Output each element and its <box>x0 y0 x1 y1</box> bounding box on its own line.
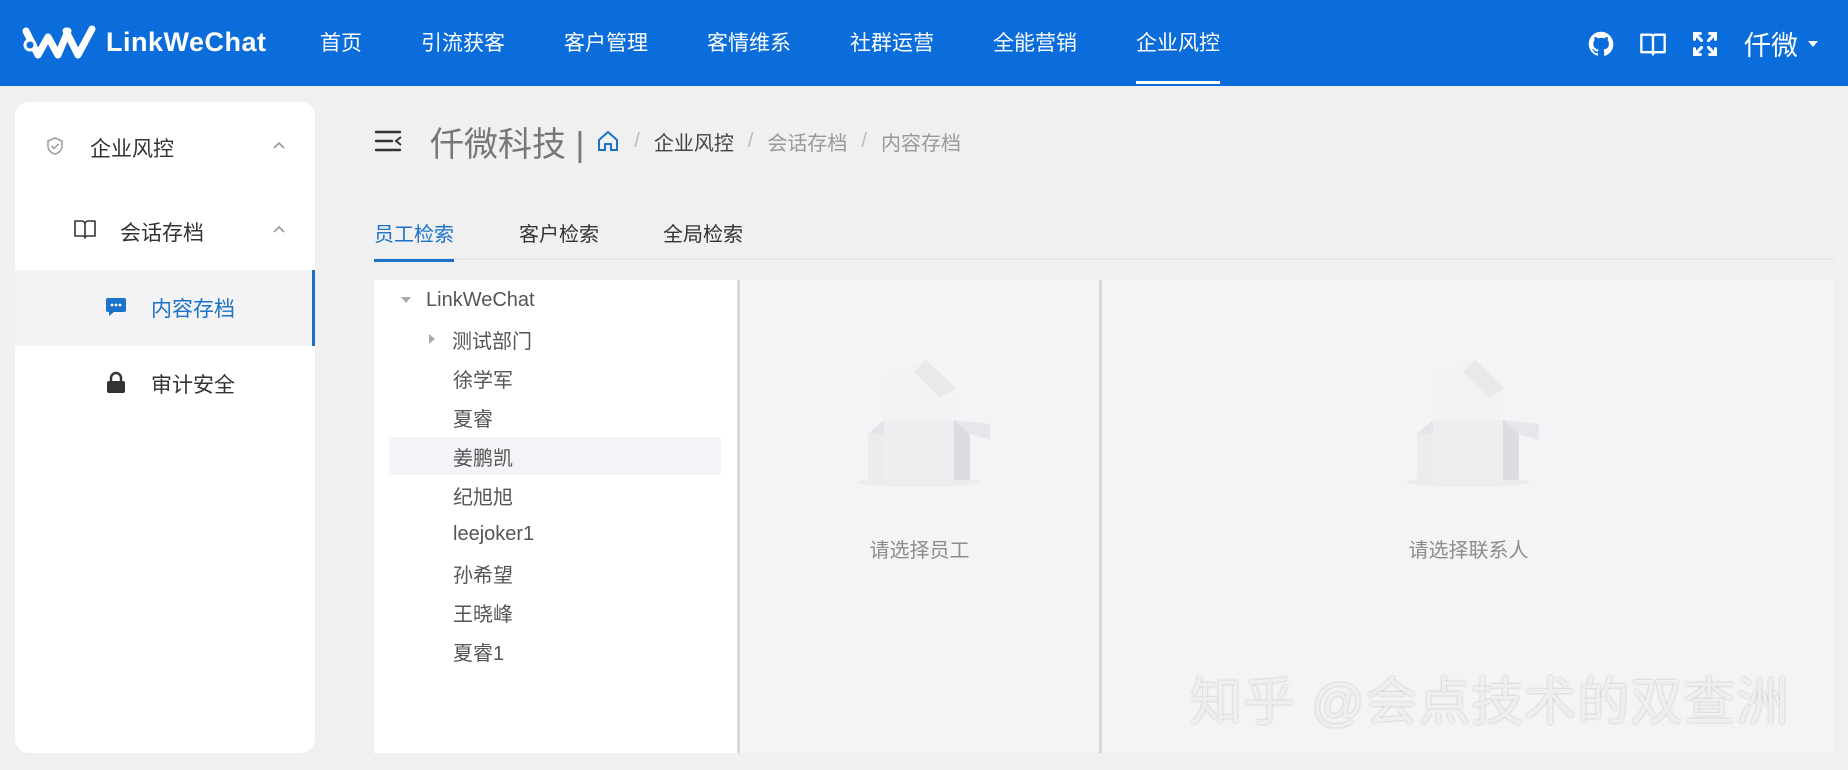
linkwechat-logo-icon <box>22 25 96 59</box>
sidebar: 企业风控 会话存档 内容存档 审计安全 <box>15 102 315 753</box>
tree-node-member[interactable]: 夏睿1 <box>453 632 504 670</box>
logo-text: LinkWeChat <box>106 26 267 57</box>
nav-item-community[interactable]: 社群运营 <box>850 0 934 86</box>
sidebar-item-content-archive[interactable]: 内容存档 <box>15 270 315 346</box>
employee-conversation-panel: 请选择员工 <box>740 280 1099 753</box>
tab-global-search[interactable]: 全局检索 <box>663 218 743 259</box>
empty-state-text: 请选择联系人 <box>1408 540 1529 562</box>
tree-node-member[interactable]: 夏睿 <box>453 398 493 436</box>
page-header: 仟微科技 | / 企业风控 / 会话存档 / 内容存档 <box>374 118 961 164</box>
logo[interactable]: LinkWeChat <box>22 25 267 59</box>
docs-book-icon[interactable] <box>1638 29 1668 59</box>
tab-customer-search[interactable]: 客户检索 <box>519 218 599 259</box>
sidebar-group-risk-control[interactable]: 企业风控 <box>15 110 315 186</box>
tree-node-member[interactable]: 王晓峰 <box>453 593 513 631</box>
search-tabs: 员工检索 客户检索 全局检索 <box>374 212 1834 262</box>
breadcrumb-item: 内容存档 <box>880 132 961 155</box>
watermark: 知乎 @会点技术的双查洲 <box>1190 674 1790 732</box>
panel-divider[interactable] <box>1099 280 1102 753</box>
chevron-up-icon[interactable] <box>271 222 287 238</box>
tab-employee-search[interactable]: 员工检索 <box>374 218 454 262</box>
nav-item-risk-control[interactable]: 企业风控 <box>1136 0 1220 86</box>
empty-box-icon <box>857 360 990 487</box>
user-name[interactable]: 仟微 <box>1744 24 1798 63</box>
sidebar-item-audit-security[interactable]: 审计安全 <box>15 346 315 422</box>
nav-item-home[interactable]: 首页 <box>320 0 362 86</box>
home-icon[interactable] <box>596 129 620 153</box>
caret-right-icon[interactable] <box>426 333 438 345</box>
menu-collapse-icon[interactable] <box>374 128 404 154</box>
tree-node-member[interactable]: 徐学军 <box>453 359 513 397</box>
top-actions: 仟微 <box>1564 24 1820 63</box>
tree-node-member[interactable]: leejoker1 <box>453 515 534 553</box>
sidebar-subgroup-archive[interactable]: 会话存档 <box>15 194 315 270</box>
sidebar-subgroup-label: 会话存档 <box>120 222 204 245</box>
main-nav: 首页 引流获客 客户管理 客情维系 社群运营 全能营销 企业风控 <box>320 0 1279 86</box>
sidebar-group-label: 企业风控 <box>90 138 174 161</box>
book-icon <box>74 220 96 239</box>
shield-icon <box>47 137 63 155</box>
top-navbar: LinkWeChat 首页 引流获客 客户管理 客情维系 社群运营 全能营销 企… <box>0 0 1848 86</box>
tree-root[interactable]: LinkWeChat <box>400 281 535 319</box>
caret-down-icon[interactable] <box>400 294 412 306</box>
github-icon[interactable] <box>1586 29 1616 59</box>
breadcrumb-item[interactable]: 企业风控 <box>654 127 734 156</box>
breadcrumb-item[interactable]: 会话存档 <box>767 127 847 156</box>
org-tree-panel: LinkWeChat 测试部门 徐学军 夏睿 姜鹏凯 纪旭旭 leejoker1… <box>374 280 737 753</box>
fullscreen-icon[interactable] <box>1690 29 1720 59</box>
sidebar-item-label: 内容存档 <box>151 298 235 321</box>
tree-node-member[interactable]: 孙希望 <box>453 554 513 592</box>
nav-item-customers[interactable]: 客户管理 <box>564 0 648 86</box>
empty-box-icon <box>1406 360 1539 487</box>
company-name: 仟微科技 | <box>430 125 585 164</box>
tree-node-department[interactable]: 测试部门 <box>426 320 532 358</box>
nav-item-marketing[interactable]: 全能营销 <box>993 0 1077 86</box>
chat-icon <box>106 298 126 316</box>
tree-node-member[interactable]: 姜鹏凯 <box>389 437 721 475</box>
tree-node-member[interactable]: 纪旭旭 <box>453 476 513 514</box>
caret-down-icon[interactable] <box>1806 37 1820 51</box>
lock-icon <box>107 371 125 393</box>
sidebar-item-label: 审计安全 <box>151 374 235 397</box>
nav-item-lead-gen[interactable]: 引流获客 <box>421 0 505 86</box>
nav-item-relations[interactable]: 客情维系 <box>707 0 791 86</box>
chevron-up-icon[interactable] <box>271 138 287 154</box>
empty-state-text: 请选择员工 <box>869 540 970 562</box>
